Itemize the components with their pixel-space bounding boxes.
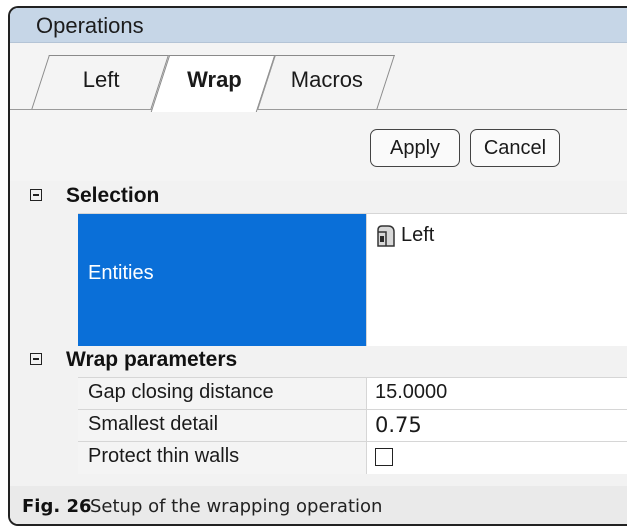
- caption-text: Setup of the wrapping operation: [90, 496, 383, 517]
- smallest-detail-value: 0.75: [375, 413, 422, 437]
- collapse-icon[interactable]: [30, 353, 42, 365]
- property-row-smallest-detail[interactable]: Smallest detail 0.75: [78, 409, 627, 442]
- apply-button[interactable]: Apply: [370, 129, 460, 167]
- tab-divider: [10, 109, 627, 110]
- tab-left[interactable]: Left: [31, 55, 169, 110]
- property-key: Entities: [78, 214, 367, 346]
- gap-closing-value: 15.0000: [375, 381, 448, 403]
- section-wrap-parameters-label: Wrap parameters: [66, 348, 238, 371]
- tab-left-label: Left: [82, 67, 120, 92]
- tab-macros[interactable]: Macros: [257, 55, 395, 110]
- property-row-protect-thin-walls[interactable]: Protect thin walls: [78, 441, 627, 474]
- part-icon: [377, 225, 395, 247]
- property-key: Smallest detail: [78, 410, 367, 442]
- caption-prefix: Fig. 26: [22, 496, 92, 517]
- section-wrap-parameters[interactable]: Wrap parameters: [10, 345, 627, 377]
- smallest-detail-field[interactable]: 0.75: [367, 410, 627, 442]
- property-row-entities[interactable]: Entities Left: [78, 213, 627, 346]
- protect-thin-walls-checkbox[interactable]: [375, 448, 393, 466]
- panel-titlebar: Operations: [10, 8, 627, 43]
- gap-closing-field[interactable]: 15.0000: [367, 378, 627, 410]
- tab-bar: Left Wrap Macros: [10, 43, 627, 112]
- property-key: Protect thin walls: [78, 442, 367, 474]
- cancel-button[interactable]: Cancel: [470, 129, 560, 167]
- operations-panel: Operations Left Wrap Macros Apply Cancel…: [8, 6, 627, 526]
- property-value: [367, 442, 627, 474]
- action-bar: Apply Cancel: [10, 111, 627, 181]
- gap-closing-label: Gap closing distance: [88, 381, 274, 403]
- entities-value: Left: [401, 224, 435, 246]
- panel-title: Operations: [36, 13, 144, 38]
- protect-thin-walls-label: Protect thin walls: [88, 445, 240, 467]
- property-key: Gap closing distance: [78, 378, 367, 410]
- tab-wrap[interactable]: Wrap: [150, 55, 276, 112]
- smallest-detail-label: Smallest detail: [88, 413, 219, 435]
- property-value[interactable]: Left: [367, 214, 627, 346]
- entities-label: Entities: [88, 262, 154, 284]
- tab-wrap-label: Wrap: [186, 67, 242, 92]
- section-selection-label: Selection: [66, 184, 160, 207]
- property-row-gap-closing[interactable]: Gap closing distance 15.0000: [78, 377, 627, 410]
- property-grid: Selection Entities Left Wrap parameters …: [10, 181, 627, 486]
- tab-macros-label: Macros: [290, 67, 363, 92]
- figure-caption: Fig. 26 Setup of the wrapping operation: [10, 486, 627, 524]
- collapse-icon[interactable]: [30, 189, 42, 201]
- section-selection[interactable]: Selection: [10, 181, 627, 213]
